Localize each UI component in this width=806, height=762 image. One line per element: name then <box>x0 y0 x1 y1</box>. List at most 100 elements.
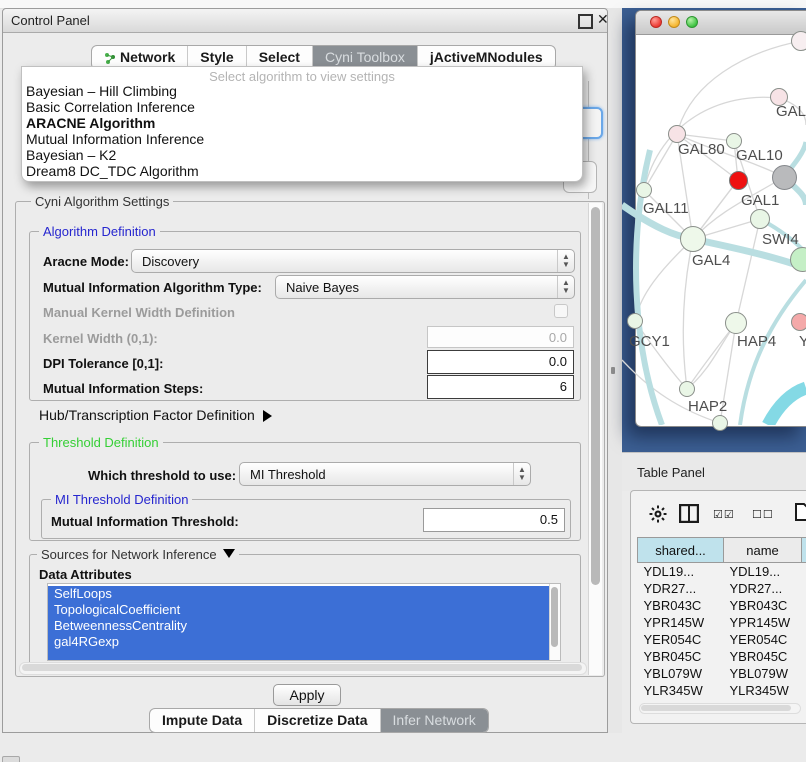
popup-item[interactable]: Bayesian – Hill Climbing <box>26 83 177 99</box>
network-node[interactable] <box>679 381 695 397</box>
table-hscrollbar[interactable] <box>639 703 801 714</box>
minimize-traffic-icon[interactable] <box>668 16 680 28</box>
close-icon[interactable]: ✕ <box>597 11 609 28</box>
document-icon[interactable] <box>795 503 806 521</box>
network-node[interactable] <box>791 313 806 331</box>
cell[interactable]: YDR27... <box>638 580 724 597</box>
tab-impute-data[interactable]: Impute Data <box>150 709 255 732</box>
cell[interactable]: 9. <box>802 699 806 716</box>
node-label: Y <box>799 333 806 350</box>
data-attributes-list[interactable]: SelfLoops TopologicalCoefficient Between… <box>47 583 561 661</box>
network-node[interactable] <box>791 31 806 51</box>
hub-definition-expander[interactable]: Hub/Transcription Factor Definition <box>39 407 272 423</box>
cell[interactable]: YPR145W <box>638 614 724 631</box>
column-header[interactable]: name <box>724 538 802 563</box>
popup-item[interactable]: Bayesian – K2 <box>26 147 116 163</box>
cell[interactable]: YDL19... <box>724 563 802 581</box>
mi-threshold-field[interactable]: 0.5 <box>423 508 565 532</box>
attribute-item[interactable]: gal4RGexp <box>48 634 560 650</box>
cell[interactable]: 13 <box>802 563 806 581</box>
network-window[interactable] <box>635 10 806 427</box>
table-row[interactable]: YBR045CYBR045C9. <box>638 648 806 665</box>
cell[interactable]: YER054C <box>638 631 724 648</box>
manual-kernel-checkbox[interactable] <box>554 304 568 318</box>
network-node[interactable] <box>750 209 770 229</box>
cell[interactable]: YBL079W <box>638 665 724 682</box>
column-header[interactable]: shared... <box>638 538 724 563</box>
cell[interactable]: YBR045C <box>638 648 724 665</box>
select-all-icon[interactable]: ☑☑ <box>713 508 735 521</box>
popup-item[interactable]: Mutual Information Inference <box>26 131 204 147</box>
cell[interactable]: 9. <box>802 682 806 699</box>
control-panel-titlebar[interactable]: Control Panel ✕ <box>3 9 607 33</box>
network-node[interactable] <box>627 313 643 329</box>
cell[interactable]: YLR345W <box>724 682 802 699</box>
table-hscrollbar-thumb[interactable] <box>641 705 791 711</box>
aracne-mode-combo[interactable]: Discovery ▲▼ <box>131 249 575 273</box>
cell[interactable]: 9. <box>802 648 806 665</box>
network-window-titlebar[interactable] <box>636 11 806 35</box>
table-row[interactable]: YER054CYER054C8. <box>638 631 806 648</box>
cell[interactable]: YPR145W <box>724 614 802 631</box>
cell[interactable] <box>802 665 806 682</box>
attributes-scrollbar[interactable] <box>549 584 560 660</box>
network-node-red[interactable] <box>729 171 748 190</box>
unselect-all-icon[interactable]: ☐☐ <box>752 508 774 521</box>
table-panel-body: ☑☑ ☐☐ shared... name A YDL19...YDL19...1… <box>630 490 806 724</box>
network-node-gray[interactable] <box>772 165 797 190</box>
which-threshold-combo[interactable]: MI Threshold ▲▼ <box>239 462 531 486</box>
float-icon[interactable] <box>578 14 593 29</box>
network-node[interactable] <box>680 226 706 252</box>
close-traffic-icon[interactable] <box>650 16 662 28</box>
cell[interactable]: 9. <box>802 614 806 631</box>
cell[interactable]: 12 <box>802 580 806 597</box>
cell[interactable]: YLR345W <box>638 682 724 699</box>
table-row[interactable]: YDL19...YDL19...13 <box>638 563 806 581</box>
cell[interactable]: YBR043C <box>724 597 802 614</box>
table-row[interactable]: YBL079WYBL079W <box>638 665 806 682</box>
network-node[interactable] <box>636 182 652 198</box>
network-node[interactable] <box>725 312 747 334</box>
mi-steps-field[interactable]: 6 <box>427 375 574 399</box>
cell[interactable]: YBR043C <box>638 597 724 614</box>
settings-hscrollbar[interactable] <box>19 662 587 675</box>
table-row[interactable]: YLR345WYLR345W9. <box>638 682 806 699</box>
table-row[interactable]: YBR043CYBR043C <box>638 597 806 614</box>
columns-icon[interactable] <box>679 504 699 523</box>
divider-handle[interactable] <box>611 367 615 374</box>
settings-scrollbar[interactable] <box>588 203 602 675</box>
tab-discretize-data[interactable]: Discretize Data <box>255 709 380 732</box>
popup-item[interactable]: Basic Correlation Inference <box>26 99 195 115</box>
cell[interactable]: YBR045C <box>724 648 802 665</box>
bottom-corner-button[interactable] <box>2 756 20 762</box>
mi-type-combo[interactable]: Naive Bayes ▲▼ <box>275 275 575 299</box>
attribute-item[interactable]: SelfLoops <box>48 586 560 602</box>
dpi-tolerance-field[interactable]: 0.0 <box>427 350 574 374</box>
attribute-item[interactable]: TopologicalCoefficient <box>48 602 560 618</box>
attribute-item-partial[interactable] <box>48 650 560 661</box>
apply-button[interactable]: Apply <box>273 684 341 706</box>
cell[interactable]: 8. <box>802 631 806 648</box>
kernel-width-field[interactable]: 0.0 <box>427 326 574 348</box>
settings-scrollbar-thumb[interactable] <box>591 207 600 585</box>
gear-icon[interactable] <box>649 505 667 523</box>
cell[interactable]: YDR27... <box>724 580 802 597</box>
tab-infer-network[interactable]: Infer Network <box>381 709 488 732</box>
which-threshold-value: MI Threshold <box>240 467 513 482</box>
cell[interactable]: YER054C <box>724 631 802 648</box>
cell[interactable] <box>802 597 806 614</box>
network-node[interactable] <box>712 415 728 431</box>
popup-item[interactable]: Dream8 DC_TDC Algorithm <box>26 163 199 179</box>
zoom-traffic-icon[interactable] <box>686 16 698 28</box>
table-row[interactable]: YPR145WYPR145W9. <box>638 614 806 631</box>
attribute-item[interactable]: BetweennessCentrality <box>48 618 560 634</box>
cell[interactable]: YBL079W <box>724 665 802 682</box>
cell[interactable]: YDL19... <box>638 563 724 581</box>
settings-hscrollbar-thumb[interactable] <box>22 664 582 671</box>
popup-item-selected[interactable]: ARACNE Algorithm <box>26 115 155 131</box>
node-label: GAL11 <box>643 200 689 217</box>
table-row[interactable]: YDR27...YDR27...12 <box>638 580 806 597</box>
attributes-scrollbar-thumb[interactable] <box>551 587 558 647</box>
sources-group-title[interactable]: Sources for Network Inference <box>37 547 239 562</box>
column-header[interactable]: A <box>802 538 806 563</box>
